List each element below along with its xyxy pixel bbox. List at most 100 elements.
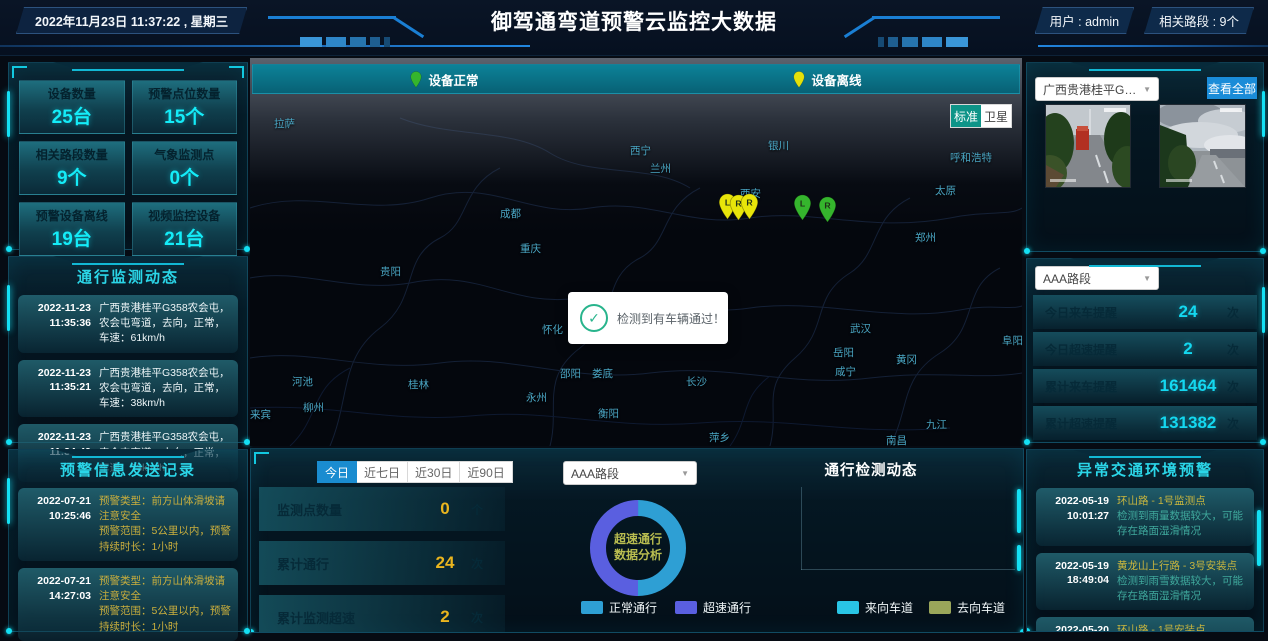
stat-offline-devices: 预警设备离线19台	[19, 202, 125, 256]
panel-decor-bar	[1017, 545, 1021, 571]
chevron-down-icon: ▼	[677, 469, 689, 478]
warning-records-panel: 预警信息发送记录 2022-07-2110:25:46 预警类型：前方山体滑坡请…	[8, 449, 248, 632]
map-city-label: 重庆	[520, 241, 541, 256]
stat-today-speeding: 今日超速提醒2次	[1033, 332, 1257, 366]
panel-scroll-indicator[interactable]	[1257, 510, 1261, 566]
date-range-tabs: 今日 近七日 近30日 近90日	[317, 461, 513, 483]
env-alerts-title: 异常交通环境预警	[1027, 450, 1263, 480]
map-pin-icon	[793, 71, 805, 88]
header-decor-squares-right	[878, 37, 968, 47]
camera-thumbnail-1[interactable]	[1045, 104, 1131, 188]
chevron-down-icon: ▼	[1139, 85, 1151, 94]
pass-detection-chart-title: 通行检测动态	[721, 459, 1021, 480]
camera-panel: 广西贵港桂平G358▼ 查看全部	[1026, 62, 1264, 252]
stat-weather-points: 气象监测点0个	[132, 141, 238, 195]
map-city-label: 衡阳	[598, 406, 619, 421]
svg-text:R: R	[746, 198, 753, 208]
device-pin-normal[interactable]: R	[818, 196, 837, 228]
header-decor-angle-left	[268, 16, 396, 19]
page-title: 御驾通弯道预警云监控大数据	[491, 6, 777, 36]
map-city-label: 永州	[526, 390, 547, 405]
stat-video-devices: 视频监控设备21台	[132, 202, 238, 256]
tab-last30days[interactable]: 近30日	[408, 461, 460, 483]
camera-thumbnail-2[interactable]	[1159, 104, 1246, 188]
donut-center-label: 超速通行数据分析	[590, 500, 686, 596]
panel-edge-glow	[1262, 91, 1265, 137]
map-container[interactable]: 拉萨西宁兰州银川呼和浩特太原郑州西安成都重庆贵阳怀化武汉岳阳黄冈咸宁阜阳河池柳州…	[250, 58, 1022, 446]
legend-swatch-incoming	[837, 601, 859, 614]
tab-today[interactable]: 今日	[317, 461, 357, 483]
env-alerts-panel: 异常交通环境预警 2022-05-1910:01:27 环山路 - 1号监测点检…	[1026, 449, 1264, 632]
env-alert-row: 2022-05-2015:24:00 环山路 - 1号安装点可能存在交通事故情况…	[1036, 617, 1254, 632]
stat-monitor-points: 监测点数量0个	[259, 487, 505, 531]
map-city-label: 长沙	[686, 374, 707, 389]
tab-last7days[interactable]: 近七日	[357, 461, 408, 483]
panel-dot	[6, 439, 12, 445]
svg-text:R: R	[824, 201, 831, 211]
overspeed-donut-chart: 超速通行数据分析	[590, 500, 686, 596]
legend-swatch-outgoing	[929, 601, 951, 614]
traffic-monitor-panel: 通行监测动态 2022-11-2311:35:36 广西贵港桂平G358农会屯，…	[8, 256, 248, 443]
panel-edge-glow	[7, 285, 10, 331]
traffic-row: 2022-11-2311:35:36 广西贵港桂平G358农会屯，农会屯弯道，去…	[18, 295, 238, 353]
map-city-label: 九江	[926, 417, 947, 432]
device-pin-normal[interactable]: L	[793, 194, 812, 226]
map-satellite-button[interactable]: 卫星	[981, 105, 1011, 127]
camera-road-select[interactable]: 广西贵港桂平G358▼	[1035, 77, 1159, 101]
header-decor-line-right	[1038, 45, 1268, 47]
view-all-button[interactable]: 查看全部	[1207, 77, 1257, 99]
datetime-badge: 2022年11月23日 11:37:22 , 星期三	[16, 7, 247, 34]
header-decor-angle-left-2	[392, 16, 424, 38]
panel-dot	[1260, 439, 1266, 445]
stat-total-arrivals: 累计来车提醒161464次	[1033, 369, 1257, 403]
panel-dot	[250, 629, 254, 633]
header-decor-line-left	[0, 45, 530, 47]
env-alert-row: 2022-05-1910:01:27 环山路 - 1号监测点检测到雨量数据较大，…	[1036, 488, 1254, 546]
vehicle-pass-toast: ✓ 检测到有车辆通过！	[568, 292, 728, 344]
map-city-label: 邵阳	[560, 366, 581, 381]
stat-total-speeding: 累计超速提醒131382次	[1033, 406, 1257, 440]
map-city-label: 兰州	[650, 161, 671, 176]
traffic-row: 2022-11-2311:35:21 广西贵港桂平G358农会屯，农会屯弯道，去…	[18, 360, 238, 418]
road-photo-cloudy	[1160, 105, 1245, 187]
panel-corner-decor	[254, 452, 269, 464]
map-standard-button[interactable]: 标准	[951, 105, 981, 127]
warning-records-title: 预警信息发送记录	[9, 450, 247, 480]
header-decor-angle-right	[872, 16, 1000, 19]
map-city-label: 黄冈	[896, 352, 917, 367]
svg-text:L: L	[800, 199, 806, 209]
map-city-label: 贵阳	[380, 264, 401, 279]
map-type-switch: 标准 卫星	[950, 104, 1012, 128]
map-city-label: 郑州	[915, 230, 936, 245]
roads-count-badge: 相关路段 : 9个	[1144, 7, 1254, 34]
stat-device-count: 设备数量25台	[19, 80, 125, 134]
chart-y-axis	[801, 487, 802, 570]
device-pin-offline[interactable]: R	[740, 193, 759, 225]
map-city-label: 拉萨	[274, 116, 295, 131]
map-city-label: 来宾	[250, 407, 271, 422]
map-city-label: 娄底	[592, 366, 613, 381]
traffic-monitor-title: 通行监测动态	[9, 257, 247, 287]
check-circle-icon: ✓	[580, 304, 608, 332]
analysis-road-select[interactable]: AAA路段▼	[563, 461, 697, 485]
panel-edge-glow	[7, 91, 10, 137]
road-stats-select[interactable]: AAA路段▼	[1035, 266, 1159, 290]
panel-edge-glow	[7, 478, 10, 524]
map-city-label: 武汉	[850, 321, 871, 336]
panel-dot	[1024, 439, 1030, 445]
tab-last90days[interactable]: 近90日	[460, 461, 512, 483]
device-stats-panel: 设备数量25台 预警点位数量15个 相关路段数量9个 气象监测点0个 预警设备离…	[8, 62, 248, 250]
map-pin-icon	[410, 71, 422, 88]
map-device-legend-bar: 设备正常 设备离线	[252, 64, 1020, 94]
lane-legend: 来向车道 去向车道	[837, 599, 1005, 616]
map-city-label: 河池	[292, 374, 313, 389]
map-city-label: 呼和浩特	[950, 150, 992, 165]
map-city-label: 银川	[768, 138, 789, 153]
map-city-label: 西宁	[630, 143, 651, 158]
map-city-label: 太原	[935, 183, 956, 198]
panel-dot	[6, 246, 12, 252]
panel-decor-bar	[1017, 489, 1021, 533]
stat-today-arrivals: 今日来车提醒24次	[1033, 295, 1257, 329]
map-city-label: 萍乡	[709, 430, 730, 445]
road-photo-truck	[1046, 105, 1130, 187]
